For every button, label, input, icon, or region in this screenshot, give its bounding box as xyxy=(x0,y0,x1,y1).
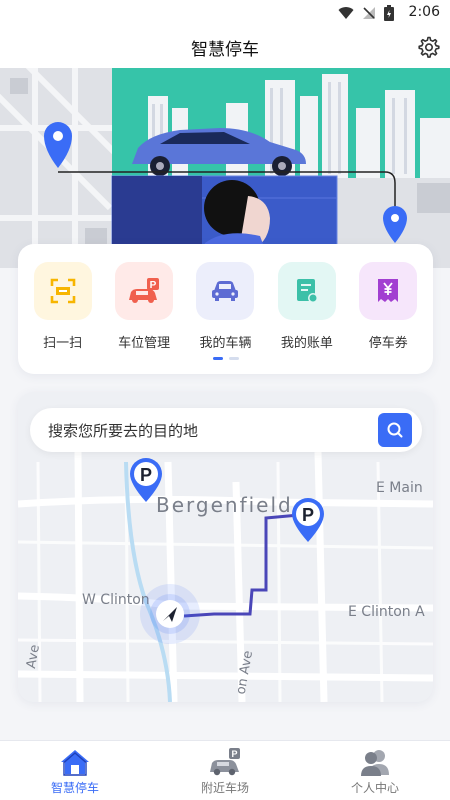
quick-tile xyxy=(33,262,92,320)
quick-tile xyxy=(277,262,336,320)
quick-action-scan[interactable]: 扫一扫 xyxy=(28,262,98,351)
battery-icon xyxy=(384,5,394,21)
car-icon xyxy=(212,281,239,301)
pager-dot xyxy=(228,357,239,360)
nearby-parking-icon: P xyxy=(210,748,240,776)
quick-action-label: 车位管理 xyxy=(118,336,171,351)
svg-text:P: P xyxy=(231,749,237,759)
gear-icon xyxy=(418,36,440,58)
status-bar: 2:06 xyxy=(0,0,450,26)
quick-action-parking-coupon[interactable]: 停车券 xyxy=(353,262,423,351)
nav-tab-smart-parking[interactable]: 智慧停车 xyxy=(0,741,150,800)
quick-action-my-bills[interactable]: 我的账单 xyxy=(272,262,342,351)
nav-tab-nearby-parking[interactable]: P 附近车场 xyxy=(150,741,300,800)
app-header: 智慧停车 xyxy=(0,26,450,68)
coupon-icon xyxy=(378,279,399,302)
no-signal-icon xyxy=(363,7,375,19)
bill-icon xyxy=(296,279,318,303)
banner-illustration xyxy=(0,68,450,268)
profile-icon xyxy=(361,750,389,776)
scan-icon xyxy=(50,278,75,304)
page-title: 智慧停车 xyxy=(191,40,259,60)
nav-label: 个人中心 xyxy=(350,781,399,795)
quick-action-space-management[interactable]: P 车位管理 xyxy=(109,262,179,351)
quick-tile xyxy=(359,262,418,320)
nav-label: 智慧停车 xyxy=(50,781,99,795)
nav-label: 附近车场 xyxy=(200,781,249,795)
map-label-e-main: E Main xyxy=(376,480,423,496)
quick-actions-card: 扫一扫 P 车位管理 我的车辆 我的账单 停车券 xyxy=(18,244,433,374)
map-label-w-clinton: W Clinton xyxy=(82,592,150,608)
search-input[interactable]: 搜索您所要去的目的地 xyxy=(48,420,198,441)
quick-action-label: 扫一扫 xyxy=(43,336,83,351)
status-time: 2:06 xyxy=(408,4,440,20)
quick-action-label: 我的账单 xyxy=(280,336,333,351)
quick-action-my-vehicles[interactable]: 我的车辆 xyxy=(190,262,260,351)
nav-tab-profile[interactable]: 个人中心 xyxy=(300,741,450,800)
home-icon xyxy=(61,750,89,776)
quick-action-label: 停车券 xyxy=(368,336,408,351)
parking-marker-label: P xyxy=(302,505,314,525)
search-button[interactable] xyxy=(378,413,412,447)
settings-button[interactable] xyxy=(416,35,440,59)
status-icons xyxy=(338,5,394,21)
map-label-e-clinton: E Clinton A xyxy=(348,604,425,620)
parking-marker-label: P xyxy=(140,465,152,485)
quick-actions-list: 扫一扫 P 车位管理 我的车辆 我的账单 停车券 xyxy=(18,262,433,351)
destination-search-bar[interactable]: 搜索您所要去的目的地 xyxy=(30,408,422,452)
map-label-bergenfield: Bergenfield xyxy=(156,493,293,517)
quick-tile xyxy=(196,262,255,320)
quick-tile: P xyxy=(115,262,174,320)
bottom-nav: 智慧停车 P 附近车场 个人中心 xyxy=(0,740,450,800)
parking-car-icon: P xyxy=(129,278,160,303)
pager-dots xyxy=(18,357,433,360)
map-card[interactable]: Bergenfield E Main W Clinton E Clinton A… xyxy=(18,392,433,702)
wifi-icon xyxy=(338,7,354,20)
pager-dot-active xyxy=(212,357,223,360)
search-icon xyxy=(387,422,403,438)
current-location-marker[interactable] xyxy=(140,584,200,644)
quick-action-label: 我的车辆 xyxy=(199,336,252,351)
